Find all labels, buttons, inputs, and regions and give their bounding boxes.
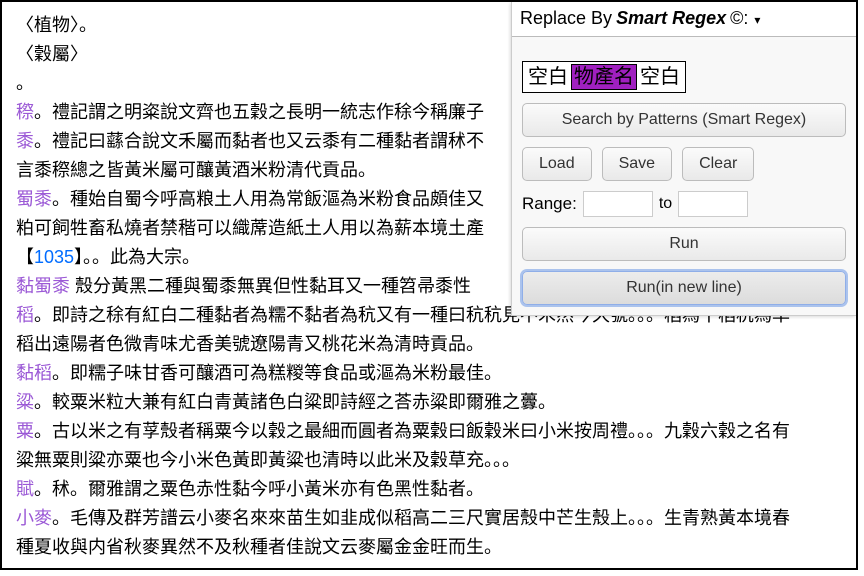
load-button[interactable]: Load [522,147,592,181]
text-line: 稻出遠陽者色微青味尤香美號遼陽青又桃花米為清時貢品。 [16,331,850,358]
dropdown-icon[interactable]: ▾ [754,11,760,29]
text-line: 粟。古以米之有莩殼者稱粟今以穀之最細而圓者為粟穀曰飯穀米曰小米按周禮。。。九穀六… [16,418,850,445]
term-head: 穄 [16,102,34,122]
term-head: 黏蜀黍 [16,276,70,296]
run-button[interactable]: Run [522,227,846,261]
term-head: 粟 [16,421,34,441]
pattern-display[interactable]: 空白物產名空白 [522,61,686,93]
text-line: 黏稻。即糯子味甘香可釀酒可為糕糉等食品或漚為米粉最佳。 [16,360,850,387]
panel-title-bar: Replace By Smart Regex ©: ▾ [512,2,856,37]
run-new-line-button[interactable]: Run(in new line) [522,271,846,305]
panel-title-suffix: ©: [730,5,748,32]
term-head: 稻 [16,305,34,325]
term-head: 賦 [16,479,34,499]
panel-title-product: Smart Regex [616,5,726,32]
clear-button[interactable]: Clear [682,147,754,181]
term-head: 蜀黍 [16,189,52,209]
range-from-input[interactable] [583,191,653,217]
range-to-label: to [659,192,672,216]
text-line: 粱無粟則粱亦粟也今小米色黃即黃粱也清時以此米及穀草充。。。 [16,447,850,474]
panel-title-prefix: Replace By [520,5,612,32]
text-line: 小麥。毛傳及群芳譜云小麥名來來苗生如韭成似稻高二三尺實居殼中芒生殼上。。。生青熟… [16,505,850,532]
text-line: 賦。秫。爾雅謂之粟色赤性黏今呼小黃米亦有色黑性黏者。 [16,476,850,503]
term-head: 小麥 [16,508,52,528]
search-by-patterns-button[interactable]: Search by Patterns (Smart Regex) [522,103,846,137]
text-line: 粱。較粟米粒大兼有紅白青黃諸色白粱即詩經之荅赤粱即爾雅之虋。 [16,389,850,416]
text-line: 種夏收與内省秋麥異然不及秋種者佳說文云麥屬金金旺而生。 [16,534,850,561]
term-head: 黍 [16,131,34,151]
range-to-input[interactable] [678,191,748,217]
term-head: 粱 [16,392,34,412]
smart-regex-panel: Replace By Smart Regex ©: ▾ 空白物產名空白 Sear… [511,2,856,316]
pattern-token-blank[interactable]: 空白 [525,64,571,90]
pattern-token-entity[interactable]: 物產名 [571,64,637,90]
page-ref-link[interactable]: 1035 [34,247,74,267]
term-head: 黏稻 [16,363,52,383]
pattern-token-blank[interactable]: 空白 [637,64,683,90]
save-button[interactable]: Save [602,147,672,181]
range-label: Range: [522,191,577,217]
